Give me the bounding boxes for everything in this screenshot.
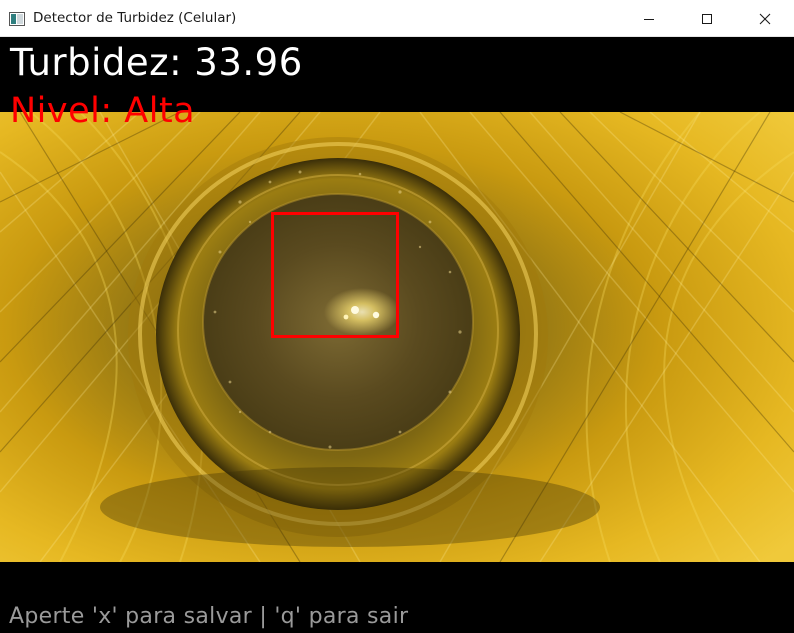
video-canvas: Turbidez: 33.96 Nivel: Alta Aperte 'x' p… — [0, 37, 794, 633]
app-window: Detector de Turbidez (Celular) Turbidez:… — [0, 0, 794, 633]
close-button[interactable] — [736, 0, 794, 37]
maximize-icon — [702, 13, 712, 24]
turbidity-level-label: Nivel: Alta — [10, 91, 196, 131]
window-controls — [620, 0, 794, 37]
turbidity-readout: Turbidez: 33.96 — [10, 41, 303, 84]
keyboard-hint: Aperte 'x' para salvar | 'q' para sair — [9, 604, 409, 629]
roi-selection-box — [271, 212, 399, 338]
title-bar[interactable]: Detector de Turbidez (Celular) — [0, 0, 794, 37]
minimize-icon — [644, 18, 654, 20]
maximize-button[interactable] — [678, 0, 736, 37]
window-title: Detector de Turbidez (Celular) — [33, 10, 237, 26]
opencv-window-icon — [9, 11, 25, 26]
close-icon — [759, 13, 771, 24]
minimize-button[interactable] — [620, 0, 678, 37]
